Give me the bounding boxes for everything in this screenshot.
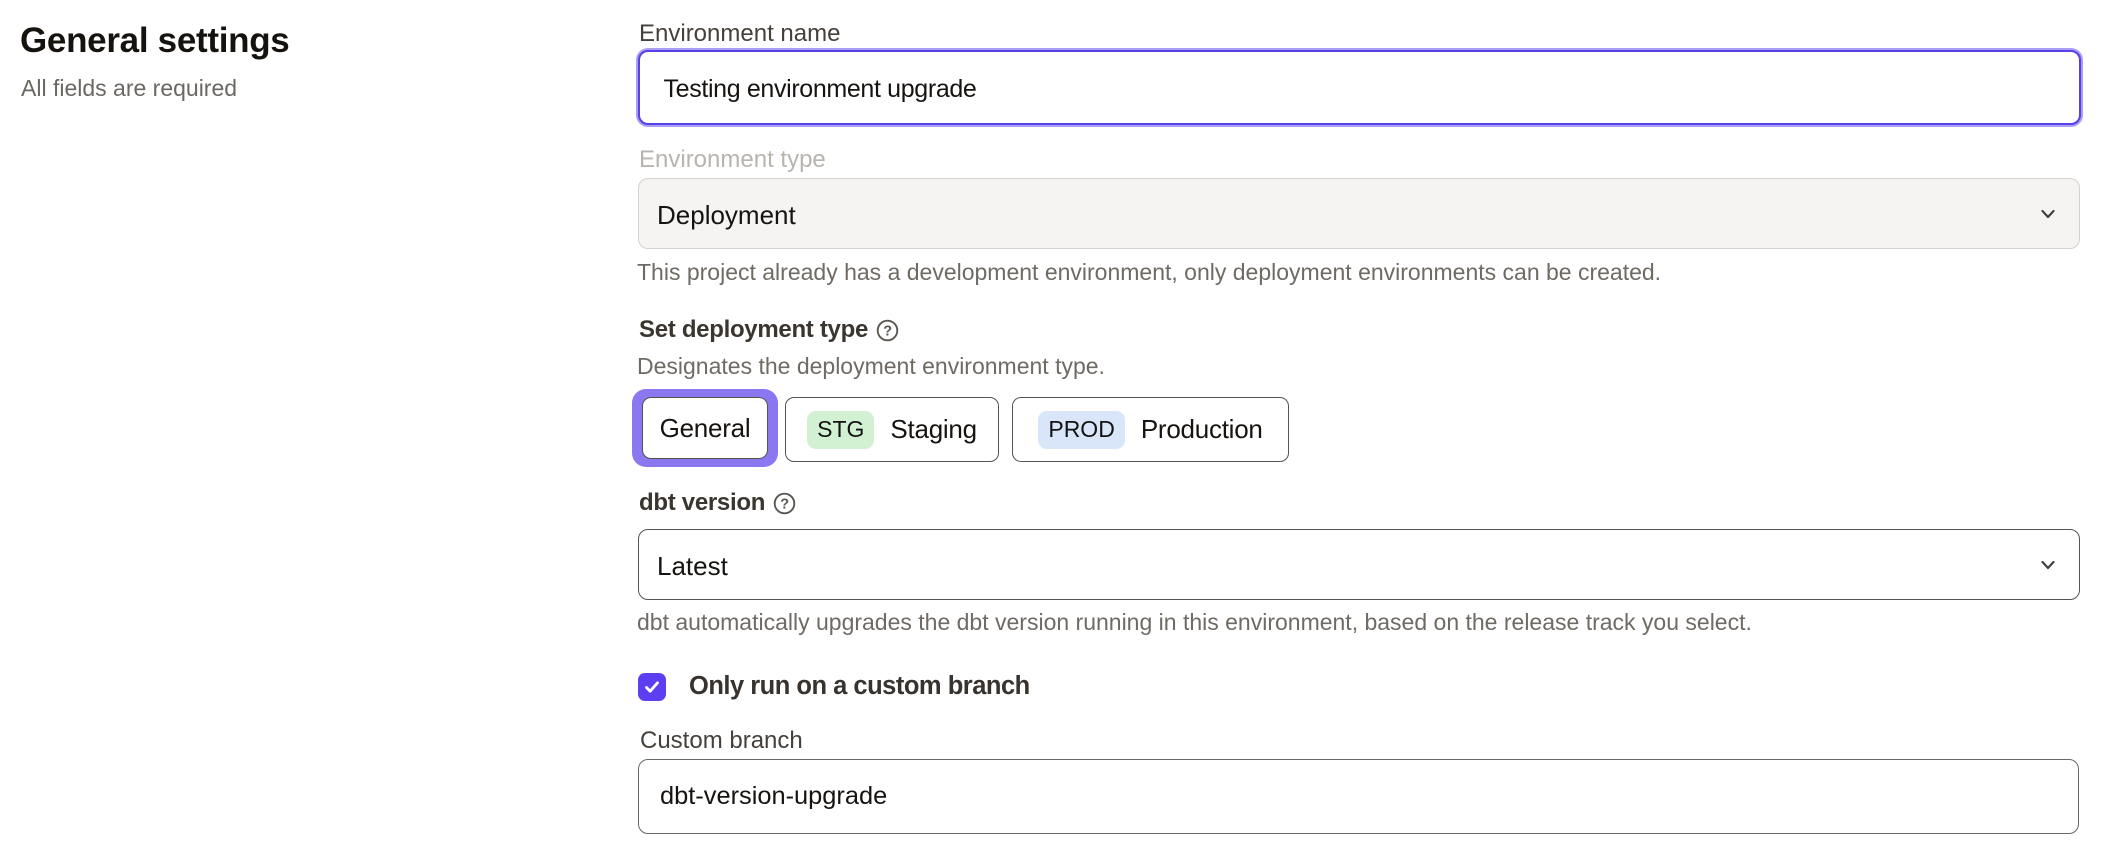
svg-text:?: ? — [780, 496, 789, 512]
svg-text:?: ? — [883, 323, 892, 339]
